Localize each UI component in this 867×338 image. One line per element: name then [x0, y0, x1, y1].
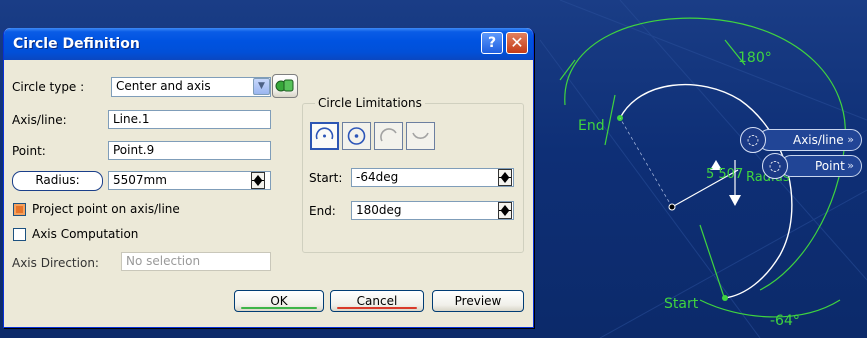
expand-icon: »	[847, 159, 854, 172]
axis-computation-label: Axis Computation	[32, 227, 139, 241]
whole-circle-button[interactable]	[342, 122, 371, 150]
circle-type-select[interactable]: Center and axis	[111, 77, 271, 97]
point-label: Point:	[12, 144, 46, 158]
axis-direction-placeholder: No selection	[126, 254, 201, 268]
trim-arc-icon	[380, 128, 397, 142]
shape-explorer-icon	[275, 79, 294, 92]
axis-computation-checkbox[interactable]	[13, 228, 26, 241]
part-arc-button[interactable]	[310, 122, 339, 150]
axis-line-tag-label: Axis/line	[793, 133, 844, 147]
expand-icon: »	[847, 133, 854, 146]
end-angle-value: 180deg	[356, 203, 402, 217]
angle-label-bottom: -64°	[770, 313, 800, 329]
radius-value: 5507mm	[113, 173, 167, 187]
project-point-checkbox[interactable]	[13, 203, 26, 216]
dialog-title: Circle Definition	[13, 36, 140, 52]
circle-definition-dialog: Circle Definition ? ✕ Circle type : Cent…	[3, 28, 534, 328]
complementary-arc-button[interactable]	[406, 122, 435, 150]
project-point-label: Project point on axis/line	[32, 202, 180, 216]
start-angle-spinner[interactable]	[498, 169, 512, 186]
question-mark-icon: ?	[487, 35, 497, 51]
point-tag-label: Point	[815, 159, 845, 173]
preview-button[interactable]: Preview	[432, 290, 524, 312]
chevron-down-icon[interactable]: ▼	[253, 78, 270, 95]
title-bar[interactable]: Circle Definition ? ✕	[4, 28, 533, 60]
start-angle-field[interactable]: -64deg	[351, 168, 514, 187]
axis-circle-icon: ◌	[740, 127, 766, 153]
center-point	[668, 203, 676, 211]
circle-type-explorer-button[interactable]	[272, 74, 298, 98]
close-icon: ✕	[510, 33, 524, 52]
axis-line-field[interactable]: Line.1	[108, 110, 271, 129]
whole-circle-icon	[347, 127, 366, 145]
point-circle-icon: ◌	[762, 153, 788, 179]
point-tag[interactable]: Point »	[780, 155, 862, 177]
circle-type-label: Circle type :	[12, 80, 85, 94]
part-arc-icon	[315, 127, 334, 140]
trim-arc-button[interactable]	[374, 122, 403, 150]
start-label: Start	[664, 296, 699, 312]
preview-button-label: Preview	[454, 294, 502, 308]
circle-limitations-title: Circle Limitations	[315, 96, 425, 110]
cancel-button-label: Cancel	[356, 294, 398, 308]
end-angle-spinner[interactable]	[498, 202, 512, 219]
radius-spinner[interactable]	[251, 172, 265, 189]
start-label: Start:	[309, 171, 343, 185]
point-field[interactable]: Point.9	[108, 141, 271, 160]
cancel-button[interactable]: Cancel	[330, 290, 424, 312]
ok-button[interactable]: OK	[234, 290, 324, 312]
complementary-arc-icon	[412, 132, 429, 139]
circle-arc	[619, 83, 793, 299]
axis-direction-field[interactable]: No selection	[121, 252, 271, 271]
axis-line-value: Line.1	[113, 112, 150, 126]
axis-line-tag[interactable]: Axis/line »	[758, 129, 862, 151]
radius-field[interactable]: 5507mm	[108, 171, 271, 190]
radius-dimension-value: 5 507	[706, 167, 744, 182]
end-label: End	[578, 118, 605, 134]
help-button[interactable]: ?	[481, 32, 503, 54]
end-label: End:	[309, 204, 336, 218]
axis-direction-label: Axis Direction:	[12, 256, 99, 270]
circle-type-value: Center and axis	[116, 79, 211, 93]
circle-limitations-group: Circle Limitations Start: -64deg End: 18…	[302, 96, 524, 253]
close-button[interactable]: ✕	[506, 32, 528, 54]
start-angle-value: -64deg	[356, 170, 399, 184]
angle-label-top: 180°	[738, 50, 772, 66]
start-point	[722, 295, 728, 301]
axis-line-label: Axis/line:	[12, 113, 67, 127]
ok-button-label: OK	[270, 294, 288, 308]
radius-button-label: Radius:	[35, 173, 80, 187]
point-value: Point.9	[113, 143, 155, 157]
end-angle-field[interactable]: 180deg	[351, 201, 514, 220]
radius-button[interactable]: Radius:	[12, 171, 103, 191]
